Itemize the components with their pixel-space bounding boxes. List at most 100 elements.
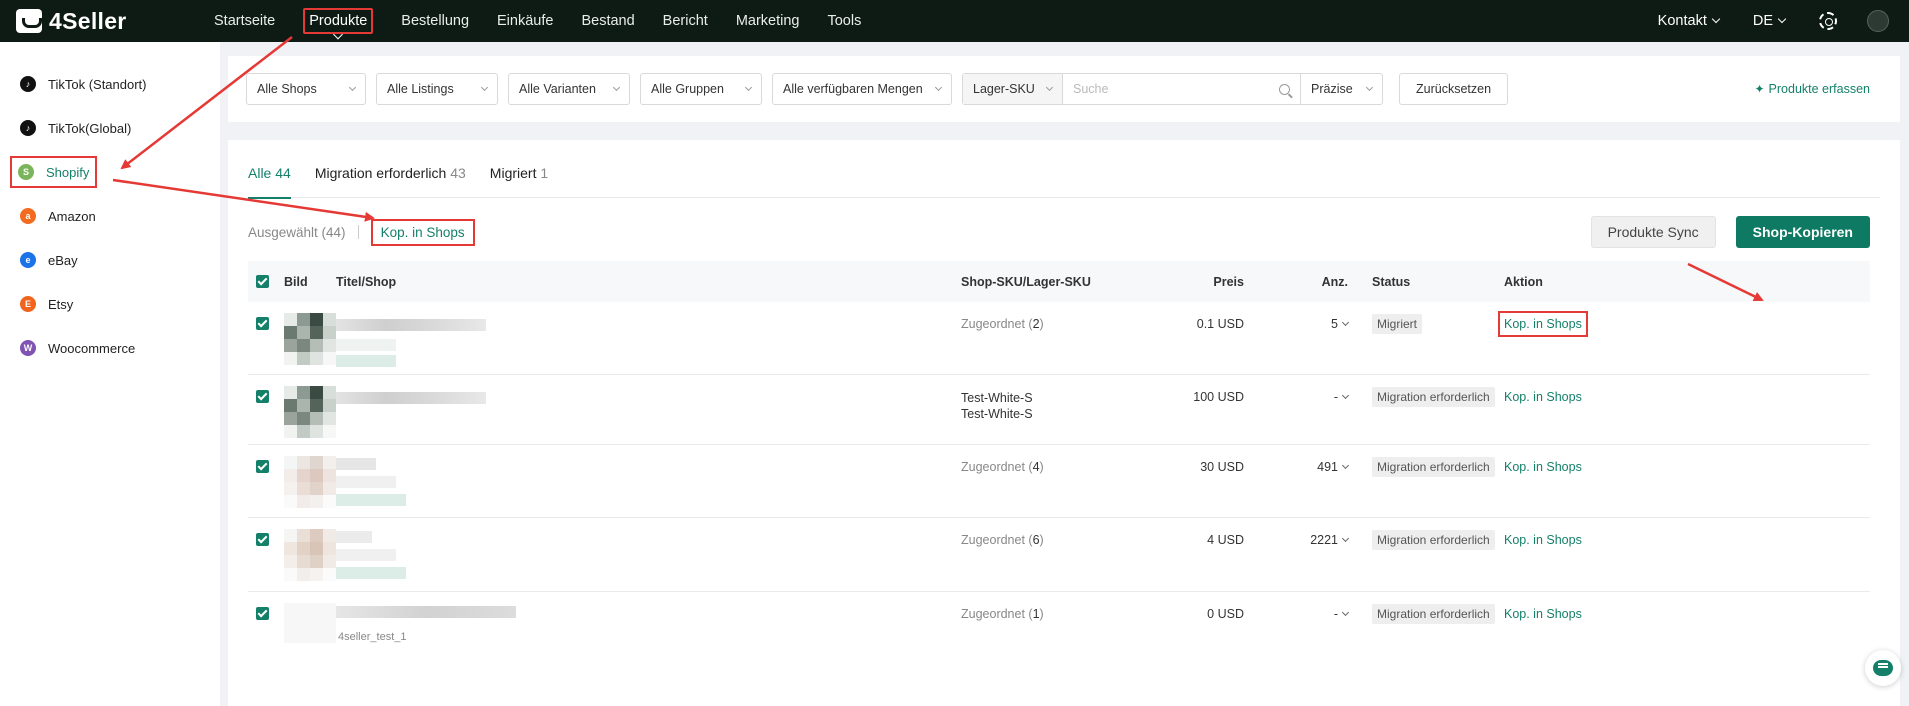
reset-button[interactable]: Zurücksetzen <box>1399 73 1509 105</box>
qty-value: 491 <box>1317 460 1338 474</box>
brand-name: 4Seller <box>49 7 127 34</box>
product-title-redacted <box>336 392 486 404</box>
header-status: Status <box>1372 274 1411 289</box>
sidebar-item-tiktok-standort[interactable]: ♪ TikTok (Standort) <box>0 62 220 106</box>
header-price: Preis <box>1213 274 1244 289</box>
table-row[interactable]: Test-White-S Test-White-S 100 USD - Migr… <box>248 376 1870 445</box>
nav-item-einkaeufe[interactable]: Einkäufe <box>483 0 567 42</box>
sidebar-item-woocommerce[interactable]: W Woocommerce <box>0 326 220 370</box>
shop-copy-button[interactable]: Shop-Kopieren <box>1735 216 1870 248</box>
brand-logo[interactable]: 4Seller <box>16 8 196 35</box>
nav-item-bestand[interactable]: Bestand <box>567 0 648 42</box>
sidebar-item-shopify[interactable]: S Shopify <box>0 150 220 194</box>
nav-item-produkte[interactable]: Produkte <box>289 0 387 42</box>
copy-to-shops-link[interactable]: Kop. in Shops <box>1504 533 1582 547</box>
language-dropdown[interactable]: DE <box>1753 13 1787 29</box>
tab-migriert[interactable]: Migriert 1 <box>490 156 548 198</box>
copy-to-shops-link[interactable]: Kop. in Shops <box>1504 607 1582 621</box>
search-button[interactable] <box>1279 74 1300 104</box>
kontakt-dropdown[interactable]: Kontakt <box>1657 13 1721 29</box>
products-sync-button[interactable]: Produkte Sync <box>1590 216 1716 248</box>
sidebar-item-amazon[interactable]: a Amazon <box>0 194 220 238</box>
nav-item-startseite[interactable]: Startseite <box>200 0 289 42</box>
tab-migration-erforderlich[interactable]: Migration erforderlich 43 <box>315 156 466 198</box>
row-checkbox[interactable] <box>256 390 269 403</box>
qty-dropdown[interactable]: 491 <box>1317 460 1350 474</box>
settings-gear-icon[interactable] <box>1819 12 1837 30</box>
chat-icon <box>1873 660 1893 676</box>
tab-count: 1 <box>540 165 549 181</box>
copy-to-shops-link[interactable]: Kop. in Shops <box>1504 390 1582 404</box>
etsy-icon: E <box>20 296 36 312</box>
qty-value: - <box>1333 607 1338 621</box>
sku-count: 2 <box>1032 317 1040 331</box>
sidebar-item-label: Amazon <box>48 208 96 224</box>
table-row[interactable]: 4seller_test_1 Zugeordnet (1) 0 USD - Mi… <box>248 593 1870 706</box>
row-checkbox[interactable] <box>256 533 269 546</box>
top-navigation-bar: 4Seller Startseite Produkte Bestellung E… <box>0 0 1909 42</box>
status-badge: Migriert <box>1372 314 1423 334</box>
sidebar-item-etsy[interactable]: E Etsy <box>0 282 220 326</box>
kontakt-label: Kontakt <box>1657 13 1707 29</box>
product-title-redacted <box>336 531 372 543</box>
chevron-down-icon <box>934 83 943 91</box>
shop-name-redacted <box>336 476 396 488</box>
shop-tag-redacted <box>336 567 406 579</box>
support-chat-button[interactable] <box>1865 650 1901 686</box>
listings-select[interactable]: Alle Listings <box>376 73 498 105</box>
search-input[interactable] <box>1063 74 1279 104</box>
row-checkbox[interactable] <box>256 460 269 473</box>
sidebar-item-label: Woocommerce <box>48 340 136 356</box>
qty-dropdown[interactable]: 2221 <box>1310 533 1350 547</box>
main-nav: Startseite Produkte Bestellung Einkäufe … <box>200 0 875 42</box>
variants-select[interactable]: Alle Varianten <box>508 73 630 105</box>
shopify-icon: S <box>18 164 34 180</box>
sidebar-item-label: TikTok(Global) <box>48 120 132 136</box>
qty-dropdown[interactable]: 5 <box>1331 317 1350 331</box>
groups-select[interactable]: Alle Gruppen <box>640 73 762 105</box>
shops-select[interactable]: Alle Shops <box>246 73 366 105</box>
copy-to-shops-link[interactable]: Kop. in Shops <box>1498 311 1588 337</box>
nav-item-marketing[interactable]: Marketing <box>722 0 814 42</box>
status-badge: Migration erforderlich <box>1372 457 1495 477</box>
status-badge: Migration erforderlich <box>1372 604 1495 624</box>
table-row[interactable]: Zugeordnet (6) 4 USD 2221 Migration erfo… <box>248 519 1870 592</box>
add-products-link[interactable]: ✦ Produkte erfassen <box>1754 82 1870 96</box>
nav-item-tools[interactable]: Tools <box>813 0 875 42</box>
user-avatar[interactable] <box>1867 10 1889 32</box>
copy-to-shops-link[interactable]: Kop. in Shops <box>1504 460 1582 474</box>
search-group: Lager-SKU Präzise <box>962 73 1383 105</box>
tab-alle[interactable]: Alle 44 <box>248 156 291 199</box>
chevron-down-icon <box>1341 461 1350 469</box>
qty-dropdown[interactable]: - <box>1333 607 1350 621</box>
price: 100 USD <box>1193 390 1244 404</box>
qty-cell: - <box>1258 390 1350 404</box>
sidebar-item-ebay[interactable]: e eBay <box>0 238 220 282</box>
action-cell: Kop. in Shops <box>1504 390 1582 404</box>
select-value: Alle Listings <box>387 82 454 96</box>
add-products-label: Produkte erfassen <box>1768 82 1870 96</box>
table-row[interactable]: Zugeordnet (4) 30 USD 491 Migration erfo… <box>248 446 1870 518</box>
product-image <box>284 313 336 365</box>
select-all-checkbox[interactable] <box>256 275 269 288</box>
match-mode-select[interactable]: Präzise <box>1300 74 1382 104</box>
action-cell: Kop. in Shops <box>1504 460 1582 474</box>
warehouse-sku: Test-White-S <box>961 407 1033 421</box>
chevron-down-icon <box>1341 608 1350 616</box>
chevron-down-icon <box>1711 14 1721 24</box>
nav-label: Bericht <box>662 13 708 29</box>
row-checkbox[interactable] <box>256 317 269 330</box>
row-checkbox[interactable] <box>256 607 269 620</box>
quantities-select[interactable]: Alle verfügbaren Mengen <box>772 73 952 105</box>
bulk-copy-to-shops-button[interactable]: Kop. in Shops <box>370 218 475 246</box>
table-row[interactable]: Zugeordnet (2) 0.1 USD 5 Migriert Kop. i… <box>248 303 1870 375</box>
sidebar-item-label: Etsy <box>48 296 74 312</box>
select-value: Alle Shops <box>257 82 317 96</box>
nav-item-bestellung[interactable]: Bestellung <box>387 0 483 42</box>
qty-dropdown[interactable]: - <box>1334 390 1350 404</box>
price: 0.1 USD <box>1196 317 1244 331</box>
search-field-select[interactable]: Lager-SKU <box>963 74 1063 104</box>
nav-item-bericht[interactable]: Bericht <box>649 0 722 42</box>
sidebar-item-tiktok-global[interactable]: ♪ TikTok(Global) <box>0 106 220 150</box>
product-image <box>284 603 336 643</box>
